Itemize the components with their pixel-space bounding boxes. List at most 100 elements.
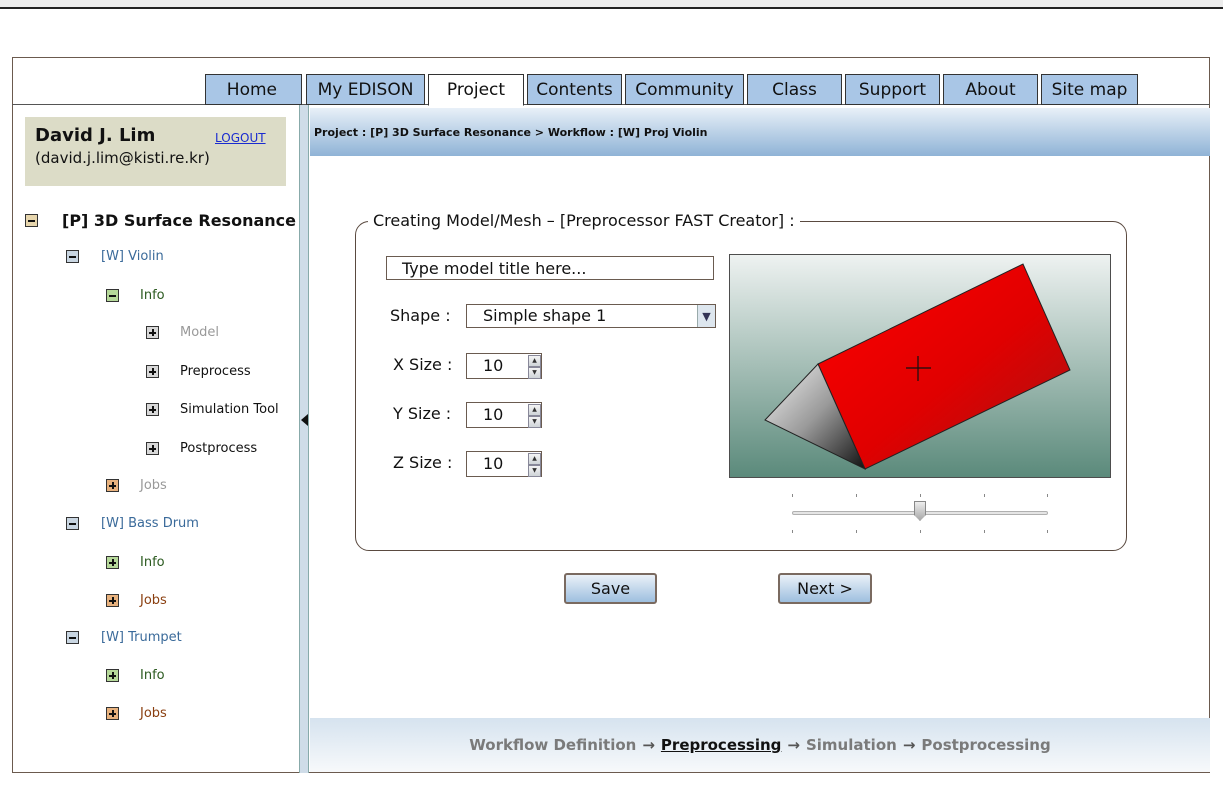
tree-item-label: [W] Violin <box>101 249 164 264</box>
tree-item-violin[interactable]: [W] Violin <box>66 249 164 264</box>
tree-item-label: [W] Bass Drum <box>101 516 199 531</box>
tab-about[interactable]: About <box>943 74 1038 105</box>
tree-item-simulation-tool[interactable]: Simulation Tool <box>146 402 279 417</box>
x-size-stepper[interactable]: 10 ▲ ▼ <box>466 353 542 379</box>
user-panel: David J. Lim LOGOUT (david.j.lim@kisti.r… <box>25 117 286 186</box>
tree-item-label: Info <box>140 668 165 683</box>
y-size-stepper[interactable]: 10 ▲ ▼ <box>466 402 542 428</box>
minus-icon[interactable] <box>25 214 38 227</box>
step-simulation[interactable]: Simulation <box>806 736 897 754</box>
z-size-value: 10 <box>483 454 504 473</box>
plus-icon[interactable] <box>106 594 119 607</box>
spin-up-icon[interactable]: ▲ <box>528 355 541 367</box>
spin-up-icon[interactable]: ▲ <box>528 453 541 465</box>
tab-label: Contents <box>536 79 613 100</box>
tree-item-bass-drum-jobs[interactable]: Jobs <box>106 593 167 608</box>
zoom-slider[interactable] <box>792 494 1050 534</box>
collapse-arrow-icon[interactable] <box>301 414 308 426</box>
tree-item-model[interactable]: Model <box>146 325 219 340</box>
shape-select-value: Simple shape 1 <box>483 306 607 325</box>
tree-item-label: Info <box>140 288 165 303</box>
tab-contents[interactable]: Contents <box>527 74 622 105</box>
tree-item-violin-jobs[interactable]: Jobs <box>106 478 167 493</box>
tree-item-trumpet-jobs[interactable]: Jobs <box>106 706 167 721</box>
x-size-label: X Size : <box>393 355 453 374</box>
arrow-right-icon: → <box>902 736 916 754</box>
y-size-label: Y Size : <box>393 404 452 423</box>
tree-root-label: [P] 3D Surface Resonance <box>62 211 296 230</box>
z-size-stepper[interactable]: 10 ▲ ▼ <box>466 451 542 477</box>
logout-link[interactable]: LOGOUT <box>215 131 266 145</box>
spin-down-icon[interactable]: ▼ <box>528 465 541 477</box>
shape-label: Shape : <box>390 306 451 325</box>
minus-icon[interactable] <box>66 631 79 644</box>
tree-item-postprocess[interactable]: Postprocess <box>146 441 257 456</box>
minus-icon[interactable] <box>66 250 79 263</box>
step-workflow-definition[interactable]: Workflow Definition <box>469 736 636 754</box>
plus-icon[interactable] <box>146 403 159 416</box>
tab-support[interactable]: Support <box>845 74 940 105</box>
tree-item-label: [W] Trumpet <box>101 630 182 645</box>
plus-icon[interactable] <box>106 669 119 682</box>
tab-label: Support <box>858 79 927 100</box>
plus-icon[interactable] <box>106 479 119 492</box>
tab-my-edison[interactable]: My EDISON <box>306 74 425 105</box>
spin-up-icon[interactable]: ▲ <box>528 404 541 416</box>
tab-label: Site map <box>1051 79 1128 100</box>
tree-item-label: Simulation Tool <box>180 402 279 417</box>
spin-buttons: ▲ ▼ <box>528 452 541 477</box>
spin-down-icon[interactable]: ▼ <box>528 367 541 379</box>
plus-icon[interactable] <box>146 326 159 339</box>
workflow-steps: Workflow Definition → Preprocessing → Si… <box>310 718 1210 772</box>
spin-buttons: ▲ ▼ <box>528 354 541 379</box>
model-preview-svg <box>764 263 1071 471</box>
tab-label: Home <box>226 79 277 100</box>
step-postprocessing[interactable]: Postprocessing <box>921 736 1050 754</box>
tab-label: Class <box>772 79 817 100</box>
tab-project[interactable]: Project <box>428 74 524 106</box>
sidebar-splitter[interactable] <box>299 105 309 773</box>
tab-community[interactable]: Community <box>625 74 744 105</box>
tree-item-bass-drum[interactable]: [W] Bass Drum <box>66 516 199 531</box>
minus-icon[interactable] <box>66 517 79 530</box>
x-size-value: 10 <box>483 356 504 375</box>
tree-item-trumpet[interactable]: [W] Trumpet <box>66 630 182 645</box>
tab-label: Community <box>635 79 734 100</box>
tab-label: About <box>965 79 1016 100</box>
tab-label: Project <box>446 80 506 100</box>
spin-buttons: ▲ ▼ <box>528 403 541 428</box>
tree-item-label: Postprocess <box>180 441 258 456</box>
tree-item-violin-info[interactable]: Info <box>106 288 165 303</box>
tab-home[interactable]: Home <box>205 74 302 105</box>
shape-select[interactable]: Simple shape 1 ▼ <box>466 304 716 328</box>
minus-icon[interactable] <box>106 289 119 302</box>
tree-root[interactable]: [P] 3D Surface Resonance <box>25 211 296 230</box>
plus-icon[interactable] <box>146 442 159 455</box>
tree-item-bass-drum-info[interactable]: Info <box>106 555 165 570</box>
model-preview-viewport[interactable] <box>729 254 1111 478</box>
plus-icon[interactable] <box>106 556 119 569</box>
step-preprocessing[interactable]: Preprocessing <box>661 736 781 754</box>
window-top-bar <box>0 0 1223 9</box>
group-legend: Creating Model/Mesh – [Preprocessor FAST… <box>368 211 800 230</box>
next-button[interactable]: Next > <box>778 573 872 604</box>
spin-down-icon[interactable]: ▼ <box>528 416 541 428</box>
tab-site-map[interactable]: Site map <box>1041 74 1138 105</box>
chevron-down-icon[interactable]: ▼ <box>697 305 715 327</box>
tree-item-label: Preprocess <box>180 364 251 379</box>
plus-icon[interactable] <box>106 707 119 720</box>
user-email: (david.j.lim@kisti.re.kr) <box>35 149 210 167</box>
plus-icon[interactable] <box>146 365 159 378</box>
tab-class[interactable]: Class <box>747 74 842 105</box>
tree-item-trumpet-info[interactable]: Info <box>106 668 165 683</box>
breadcrumb: Project : [P] 3D Surface Resonance > Wor… <box>310 108 1210 156</box>
save-button[interactable]: Save <box>564 573 657 604</box>
tree-item-label: Info <box>140 555 165 570</box>
tree-item-preprocess[interactable]: Preprocess <box>146 364 251 379</box>
mesh-red-face <box>817 263 1071 470</box>
model-title-input[interactable]: Type model title here... <box>386 256 714 280</box>
tree-item-label: Jobs <box>140 478 167 493</box>
y-size-value: 10 <box>483 405 504 424</box>
slider-thumb[interactable] <box>914 501 926 521</box>
arrow-right-icon: → <box>642 736 655 754</box>
